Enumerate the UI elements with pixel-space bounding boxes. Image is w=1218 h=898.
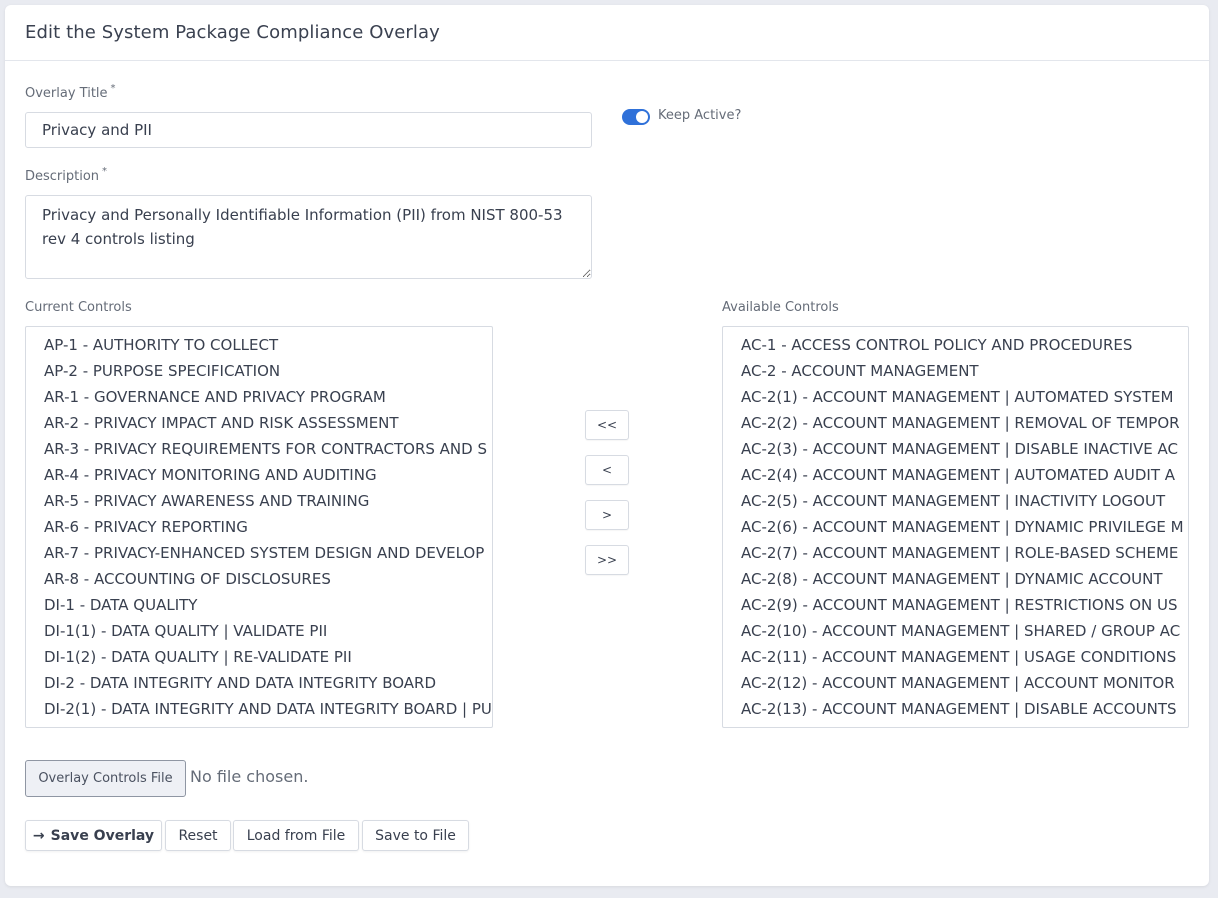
- list-item[interactable]: AP-2 - PURPOSE SPECIFICATION: [26, 358, 492, 384]
- save-overlay-button[interactable]: → Save Overlay: [25, 820, 162, 851]
- load-from-file-button[interactable]: Load from File: [233, 820, 359, 851]
- list-item[interactable]: DI-1 - DATA QUALITY: [26, 592, 492, 618]
- list-item[interactable]: AC-2(5) - ACCOUNT MANAGEMENT | INACTIVIT…: [723, 488, 1188, 514]
- reset-button[interactable]: Reset: [165, 820, 231, 851]
- list-item[interactable]: AC-2(1) - ACCOUNT MANAGEMENT | AUTOMATED…: [723, 384, 1188, 410]
- list-item[interactable]: AP-1 - AUTHORITY TO COLLECT: [26, 332, 492, 358]
- list-item[interactable]: DI-1(2) - DATA QUALITY | RE-VALIDATE PII: [26, 644, 492, 670]
- toggle-knob: [636, 111, 648, 123]
- available-controls-list[interactable]: AC-1 - ACCESS CONTROL POLICY AND PROCEDU…: [722, 326, 1189, 728]
- overlay-title-label-text: Overlay Title: [25, 86, 108, 101]
- list-item[interactable]: AR-6 - PRIVACY REPORTING: [26, 514, 492, 540]
- keep-active-toggle[interactable]: [622, 109, 650, 125]
- list-item[interactable]: AR-3 - PRIVACY REQUIREMENTS FOR CONTRACT…: [26, 436, 492, 462]
- edit-overlay-card: Edit the System Package Compliance Overl…: [5, 5, 1209, 886]
- list-item[interactable]: AC-2(3) - ACCOUNT MANAGEMENT | DISABLE I…: [723, 436, 1188, 462]
- list-item[interactable]: AR-2 - PRIVACY IMPACT AND RISK ASSESSMEN…: [26, 410, 492, 436]
- list-item[interactable]: AR-1 - GOVERNANCE AND PRIVACY PROGRAM: [26, 384, 492, 410]
- card-header: Edit the System Package Compliance Overl…: [5, 5, 1209, 61]
- list-item[interactable]: AR-4 - PRIVACY MONITORING AND AUDITING: [26, 462, 492, 488]
- list-item[interactable]: AR-5 - PRIVACY AWARENESS AND TRAINING: [26, 488, 492, 514]
- overlay-title-label: Overlay Title *: [25, 83, 116, 101]
- list-item[interactable]: AR-7 - PRIVACY-ENHANCED SYSTEM DESIGN AN…: [26, 540, 492, 566]
- overlay-controls-file-button[interactable]: Overlay Controls File: [25, 760, 186, 797]
- description-textarea[interactable]: Privacy and Personally Identifiable Info…: [25, 195, 592, 279]
- save-overlay-label: Save Overlay: [50, 827, 155, 844]
- required-mark: *: [110, 83, 116, 94]
- move-all-left-button[interactable]: <<: [585, 410, 629, 440]
- list-item[interactable]: AC-2(10) - ACCOUNT MANAGEMENT | SHARED /…: [723, 618, 1188, 644]
- current-controls-list[interactable]: AP-1 - AUTHORITY TO COLLECT AP-2 - PURPOS…: [25, 326, 493, 728]
- save-to-file-button[interactable]: Save to File: [362, 820, 469, 851]
- list-item[interactable]: AR-8 - ACCOUNTING OF DISCLOSURES: [26, 566, 492, 592]
- list-item[interactable]: AC-2(13) - ACCOUNT MANAGEMENT | DISABLE …: [723, 696, 1188, 722]
- move-all-right-button[interactable]: >>: [585, 545, 629, 575]
- list-item[interactable]: DI-1(1) - DATA QUALITY | VALIDATE PII: [26, 618, 492, 644]
- description-label-text: Description: [25, 169, 100, 184]
- arrow-right-icon: →: [32, 827, 45, 844]
- list-item[interactable]: AC-2(9) - ACCOUNT MANAGEMENT | RESTRICTI…: [723, 592, 1188, 618]
- list-item[interactable]: DI-2 - DATA INTEGRITY AND DATA INTEGRITY…: [26, 670, 492, 696]
- current-controls-label: Current Controls: [25, 300, 132, 315]
- list-item[interactable]: AC-2(12) - ACCOUNT MANAGEMENT | ACCOUNT …: [723, 670, 1188, 696]
- available-controls-label: Available Controls: [722, 300, 839, 315]
- list-item[interactable]: AC-2(2) - ACCOUNT MANAGEMENT | REMOVAL O…: [723, 410, 1188, 436]
- list-item[interactable]: AC-1 - ACCESS CONTROL POLICY AND PROCEDU…: [723, 332, 1188, 358]
- overlay-title-input[interactable]: [25, 112, 592, 148]
- list-item[interactable]: AC-2(11) - ACCOUNT MANAGEMENT | USAGE CO…: [723, 644, 1188, 670]
- list-item[interactable]: AC-2 - ACCOUNT MANAGEMENT: [723, 358, 1188, 384]
- required-mark: *: [102, 166, 108, 177]
- page-title: Edit the System Package Compliance Overl…: [25, 22, 440, 43]
- move-left-button[interactable]: <: [585, 455, 629, 485]
- list-item[interactable]: DI-2(1) - DATA INTEGRITY AND DATA INTEGR…: [26, 696, 492, 722]
- list-item[interactable]: AC-2(6) - ACCOUNT MANAGEMENT | DYNAMIC P…: [723, 514, 1188, 540]
- list-item[interactable]: AC-2(4) - ACCOUNT MANAGEMENT | AUTOMATED…: [723, 462, 1188, 488]
- move-right-button[interactable]: >: [585, 500, 629, 530]
- description-label: Description *: [25, 166, 108, 184]
- file-status-text: No file chosen.: [190, 767, 309, 786]
- list-item[interactable]: AC-2(8) - ACCOUNT MANAGEMENT | DYNAMIC A…: [723, 566, 1188, 592]
- keep-active-label: Keep Active?: [658, 108, 742, 123]
- list-item[interactable]: AC-2(7) - ACCOUNT MANAGEMENT | ROLE-BASE…: [723, 540, 1188, 566]
